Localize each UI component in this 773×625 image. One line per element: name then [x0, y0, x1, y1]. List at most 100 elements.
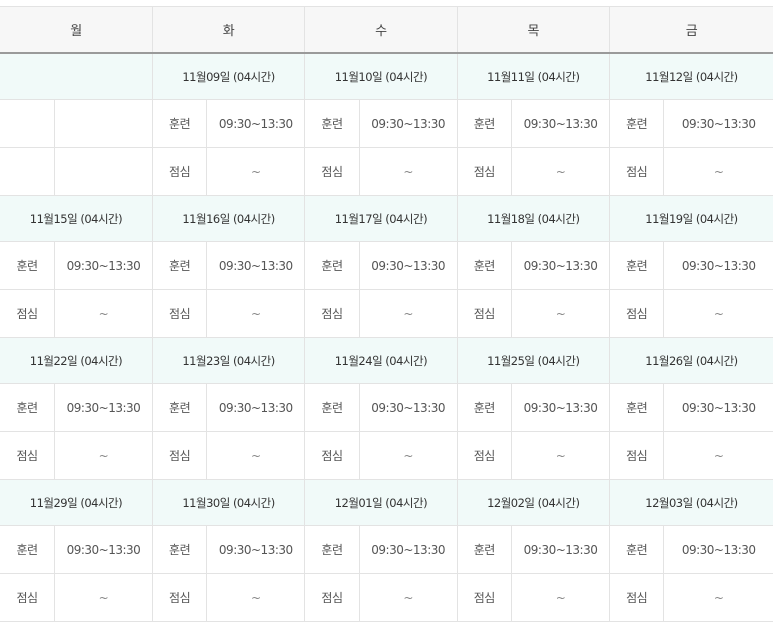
- day-date-cell: 11월30일 (04시간): [151, 479, 306, 526]
- day-date-cell: 11월09일 (04시간): [151, 52, 306, 100]
- weekday-header-mon: 월: [0, 6, 153, 54]
- weekday-header-tue: 화: [151, 6, 306, 54]
- date-row: 11월15일 (04시간) 11월16일 (04시간) 11월17일 (04시간) 1…: [0, 195, 773, 242]
- lunch-label-cell: 점심: [304, 289, 360, 338]
- training-time-cell: 09:30~13:30: [511, 525, 610, 574]
- lunch-time-cell: ~: [206, 147, 306, 196]
- training-time-cell: 09:30~13:30: [358, 99, 458, 148]
- schedule-body: 11월09일 (04시간) 11월10일 (04시간) 11월11일 (04시간) 1…: [0, 52, 773, 622]
- training-label-cell: 훈련: [304, 525, 360, 574]
- day-date-cell: 11월25일 (04시간): [456, 337, 610, 384]
- training-time-cell: 09:30~13:30: [511, 99, 610, 148]
- weekday-header-fri: 금: [608, 6, 773, 54]
- lunch-time-cell: ~: [206, 289, 306, 338]
- day-date-cell: 11월22일 (04시간): [0, 337, 153, 384]
- training-label-cell: [0, 99, 55, 148]
- lunch-label-cell: 점심: [304, 573, 360, 622]
- lunch-row: 점심 ~ 점심 ~ 점심 ~ 점심 ~ 점심 ~: [0, 431, 773, 480]
- day-date-cell: 12월02일 (04시간): [456, 479, 610, 526]
- training-label-cell: 훈련: [608, 99, 665, 148]
- lunch-label-cell: 점심: [608, 289, 665, 338]
- day-date-cell: 11월16일 (04시간): [151, 195, 306, 242]
- day-date-cell: 12월01일 (04시간): [304, 479, 458, 526]
- training-label-cell: 훈련: [0, 383, 55, 432]
- lunch-time-cell: ~: [511, 573, 610, 622]
- lunch-label-cell: 점심: [608, 573, 665, 622]
- training-label-cell: 훈련: [608, 525, 665, 574]
- training-time-cell: [53, 99, 153, 148]
- day-date-cell: 11월26일 (04시간): [608, 337, 773, 384]
- lunch-row: 점심 ~ 점심 ~ 점심 ~ 점심 ~: [0, 147, 773, 196]
- lunch-time-cell: ~: [511, 147, 610, 196]
- lunch-time-cell: ~: [53, 289, 153, 338]
- training-label-cell: 훈련: [456, 99, 513, 148]
- lunch-time-cell: ~: [663, 147, 773, 196]
- training-row: 훈련 09:30~13:30 훈련 09:30~13:30 훈련 09:30~13:30 훈…: [0, 383, 773, 432]
- day-date-cell: 11월12일 (04시간): [608, 52, 773, 100]
- day-date-cell: 11월10일 (04시간): [304, 52, 458, 100]
- training-time-cell: 09:30~13:30: [206, 99, 306, 148]
- schedule-table: 월 화 수 목 금 11월09일 (04시간) 11월10일 (04시간) 11월1…: [0, 6, 773, 622]
- lunch-time-cell: ~: [663, 289, 773, 338]
- day-date-cell: [0, 52, 153, 100]
- lunch-label-cell: 점심: [456, 573, 513, 622]
- lunch-label-cell: 점심: [0, 573, 55, 622]
- lunch-label-cell: 점심: [304, 147, 360, 196]
- lunch-label-cell: 점심: [151, 289, 208, 338]
- day-date-cell: 11월15일 (04시간): [0, 195, 153, 242]
- lunch-time-cell: ~: [206, 431, 306, 480]
- lunch-label-cell: 점심: [456, 289, 513, 338]
- lunch-time-cell: ~: [358, 431, 458, 480]
- lunch-time-cell: ~: [206, 573, 306, 622]
- lunch-label-cell: 점심: [608, 431, 665, 480]
- training-label-cell: 훈련: [608, 383, 665, 432]
- lunch-label-cell: 점심: [304, 431, 360, 480]
- lunch-label-cell: 점심: [151, 573, 208, 622]
- training-time-cell: 09:30~13:30: [663, 241, 773, 290]
- lunch-label-cell: 점심: [0, 431, 55, 480]
- lunch-row: 점심 ~ 점심 ~ 점심 ~ 점심 ~ 점심 ~: [0, 573, 773, 622]
- training-row: 훈련 09:30~13:30 훈련 09:30~13:30 훈련 09:30~13:30 훈…: [0, 241, 773, 290]
- date-row: 11월29일 (04시간) 11월30일 (04시간) 12월01일 (04시간) 1…: [0, 479, 773, 526]
- training-time-cell: 09:30~13:30: [53, 525, 153, 574]
- lunch-label-cell: 점심: [456, 147, 513, 196]
- date-row: 11월22일 (04시간) 11월23일 (04시간) 11월24일 (04시간) 1…: [0, 337, 773, 384]
- day-date-cell: 11월19일 (04시간): [608, 195, 773, 242]
- lunch-time-cell: ~: [358, 289, 458, 338]
- training-time-cell: 09:30~13:30: [206, 383, 306, 432]
- weekday-header-wed: 수: [304, 6, 458, 54]
- day-date-cell: 12월03일 (04시간): [608, 479, 773, 526]
- day-date-cell: 11월11일 (04시간): [456, 52, 610, 100]
- training-label-cell: 훈련: [456, 525, 513, 574]
- training-label-cell: 훈련: [0, 525, 55, 574]
- day-date-cell: 11월17일 (04시간): [304, 195, 458, 242]
- training-label-cell: 훈련: [151, 241, 208, 290]
- training-time-cell: 09:30~13:30: [53, 241, 153, 290]
- training-time-cell: 09:30~13:30: [358, 383, 458, 432]
- training-time-cell: 09:30~13:30: [206, 241, 306, 290]
- lunch-label-cell: 점심: [0, 289, 55, 338]
- training-time-cell: 09:30~13:30: [511, 383, 610, 432]
- training-label-cell: 훈련: [151, 383, 208, 432]
- day-date-cell: 11월23일 (04시간): [151, 337, 306, 384]
- training-time-cell: 09:30~13:30: [206, 525, 306, 574]
- training-time-cell: 09:30~13:30: [53, 383, 153, 432]
- training-label-cell: 훈련: [151, 99, 208, 148]
- lunch-label-cell: [0, 147, 55, 196]
- training-time-cell: 09:30~13:30: [663, 99, 773, 148]
- training-label-cell: 훈련: [0, 241, 55, 290]
- training-time-cell: 09:30~13:30: [358, 241, 458, 290]
- day-date-cell: 11월18일 (04시간): [456, 195, 610, 242]
- lunch-label-cell: 점심: [608, 147, 665, 196]
- training-label-cell: 훈련: [456, 241, 513, 290]
- training-time-cell: 09:30~13:30: [511, 241, 610, 290]
- lunch-time-cell: ~: [53, 431, 153, 480]
- lunch-row: 점심 ~ 점심 ~ 점심 ~ 점심 ~ 점심 ~: [0, 289, 773, 338]
- lunch-time-cell: ~: [663, 573, 773, 622]
- lunch-label-cell: 점심: [151, 147, 208, 196]
- weekday-header-row: 월 화 수 목 금: [0, 6, 773, 54]
- date-row: 11월09일 (04시간) 11월10일 (04시간) 11월11일 (04시간) 1…: [0, 52, 773, 100]
- day-date-cell: 11월24일 (04시간): [304, 337, 458, 384]
- training-time-cell: 09:30~13:30: [663, 525, 773, 574]
- lunch-time-cell: ~: [511, 289, 610, 338]
